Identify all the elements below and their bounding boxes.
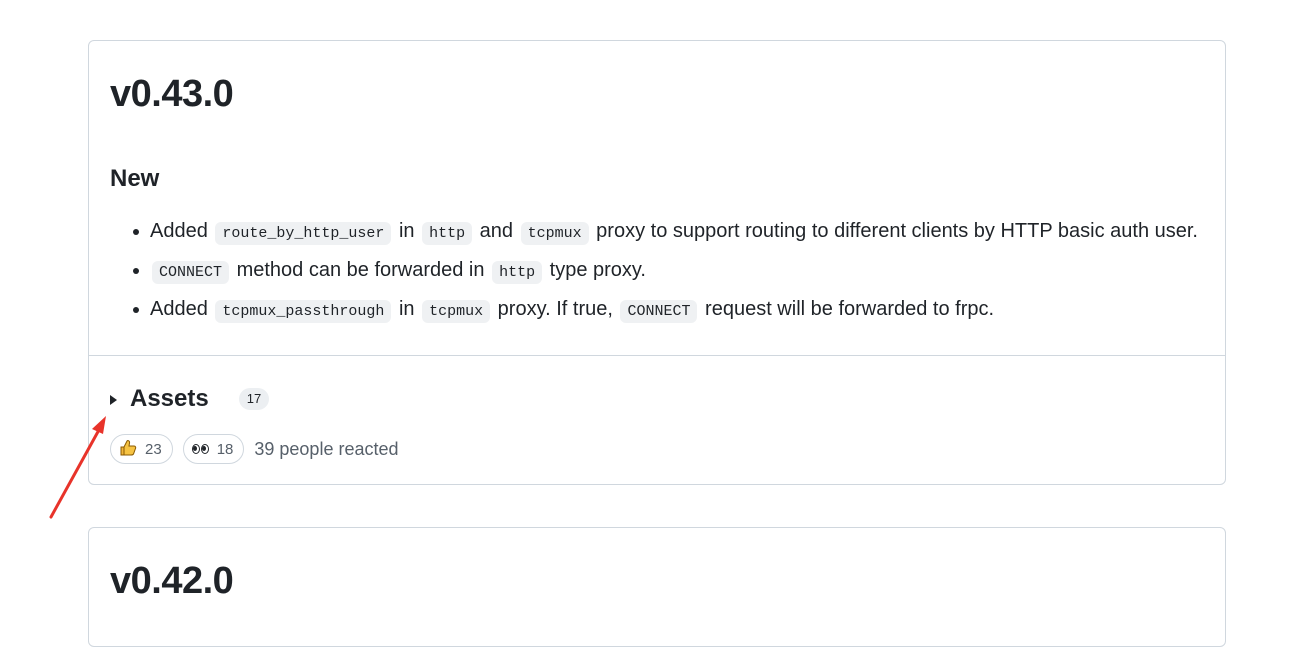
- divider: [89, 355, 1225, 356]
- release-note-item: CONNECT method can be forwarded in http …: [110, 252, 1198, 291]
- inline-code: http: [422, 222, 473, 245]
- reaction-summary: 39 people reacted: [254, 438, 399, 459]
- note-text: type proxy.: [544, 259, 646, 281]
- release-note-item: Added route_by_http_user in http and tcp…: [110, 213, 1198, 252]
- release-notes-list: Added route_by_http_user in http and tcp…: [110, 213, 1198, 330]
- note-text: method can be forwarded in: [231, 259, 491, 281]
- reaction-eyes-button[interactable]: 18: [182, 434, 245, 464]
- note-text: Added: [150, 298, 214, 320]
- inline-code: tcpmux_passthrough: [215, 300, 392, 323]
- reactions-bar: 23 18 39 people reacted: [110, 434, 399, 464]
- assets-toggle[interactable]: Assets 17: [110, 381, 270, 417]
- note-text: proxy to support routing to different cl…: [590, 220, 1198, 242]
- release-card-v0-42-0: v0.42.0: [88, 527, 1226, 647]
- note-text: in: [393, 220, 421, 242]
- note-text: and: [474, 220, 519, 242]
- inline-code: CONNECT: [620, 300, 698, 323]
- release-title[interactable]: v0.43.0: [110, 71, 234, 117]
- release-note-item: Added tcpmux_passthrough in tcpmux proxy…: [110, 291, 1198, 330]
- assets-count-badge: 17: [238, 388, 270, 410]
- assets-label: Assets: [130, 385, 209, 412]
- inline-code: tcpmux: [520, 222, 589, 245]
- disclosure-triangle-icon[interactable]: [110, 395, 117, 405]
- eyes-icon: [191, 444, 209, 454]
- note-text: request will be forwarded to frpc.: [699, 298, 995, 320]
- thumbs-up-count: 23: [145, 440, 162, 458]
- inline-code: tcpmux: [422, 300, 491, 323]
- section-heading-new: New: [110, 165, 160, 192]
- release-title[interactable]: v0.42.0: [110, 558, 234, 604]
- inline-code: CONNECT: [152, 261, 230, 284]
- note-text: Added: [150, 220, 214, 242]
- inline-code: route_by_http_user: [215, 222, 392, 245]
- thumbs-up-icon: [119, 439, 137, 460]
- eyes-count: 18: [216, 440, 234, 458]
- inline-code: http: [492, 261, 543, 284]
- note-text: proxy. If true,: [492, 298, 619, 320]
- reaction-thumbs-up-button[interactable]: 23: [110, 434, 173, 464]
- release-card-v0-43-0: v0.43.0 New Added route_by_http_user in …: [88, 40, 1226, 485]
- note-text: in: [393, 298, 421, 320]
